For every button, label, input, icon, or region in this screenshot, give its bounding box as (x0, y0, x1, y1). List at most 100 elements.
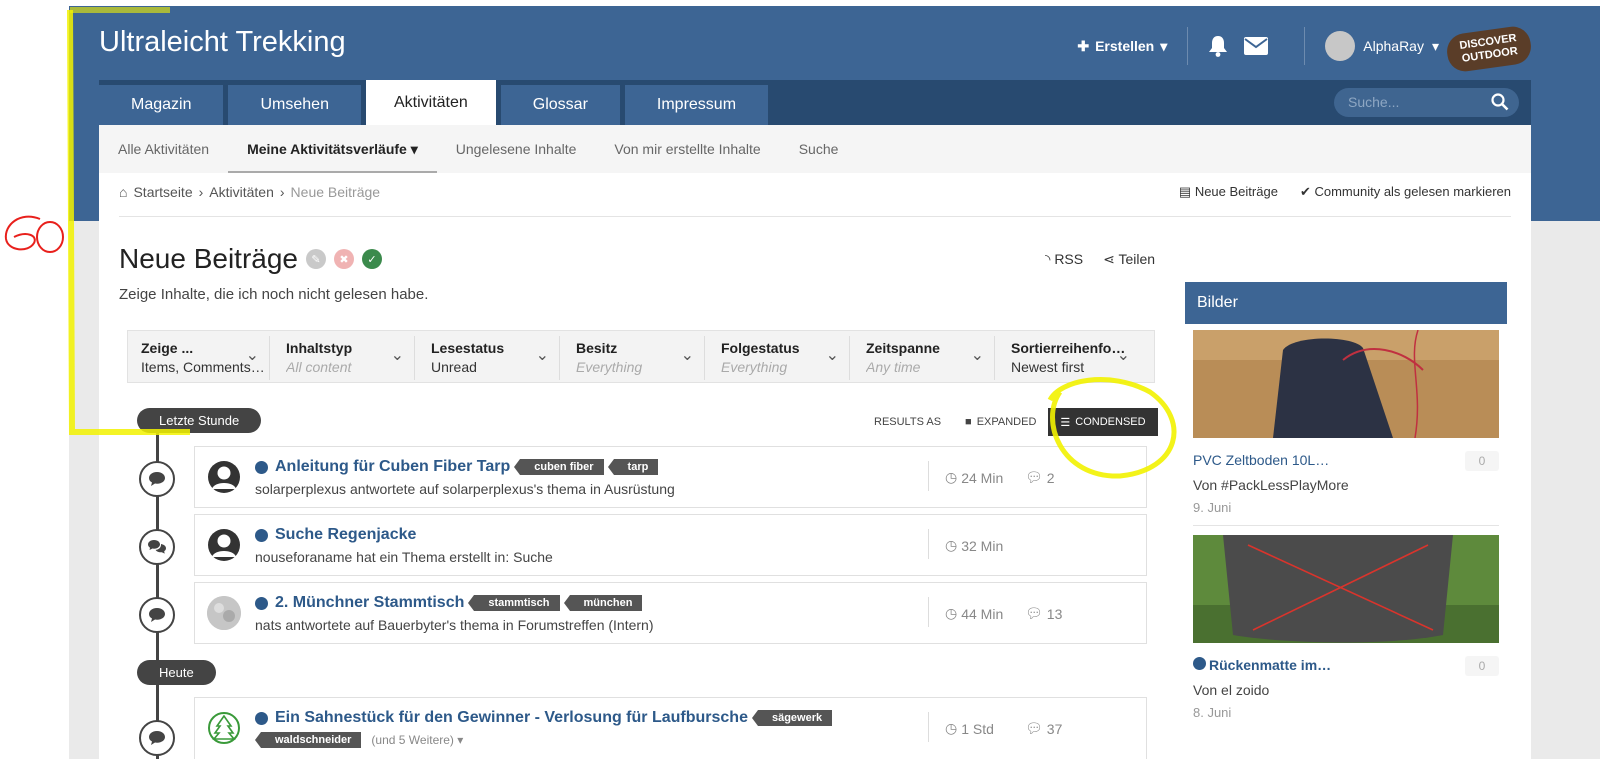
chevron-down-icon: ⌄ (680, 347, 694, 364)
condensed-label: CONDENSED (1075, 416, 1146, 428)
subnav-search[interactable]: Suche (780, 125, 858, 173)
item-comment-count: 💬︎ 2 (1025, 469, 1055, 486)
list-icon: ☰ (1060, 416, 1071, 429)
share-link[interactable]: ⋖ Teilen (1103, 251, 1155, 268)
widget-title: Bilder (1185, 282, 1507, 324)
tab-umsehen[interactable]: Umsehen (228, 85, 361, 125)
mark-read-link[interactable]: ✔ Community als gelesen markieren (1300, 184, 1511, 200)
avatar[interactable] (207, 528, 241, 562)
thumbnail-image[interactable] (1193, 330, 1499, 438)
time-text: 32 Min (961, 537, 1004, 554)
activity-item[interactable]: 2. Münchner Stammtisch stammtisch münche… (139, 582, 1147, 644)
subnav-label: Meine Aktivitätsverläufe (247, 141, 407, 157)
browser-page: Ultraleicht Trekking ✚ Erstellen ▾ Alpha… (69, 6, 1600, 759)
image-title[interactable]: PVC Zeltboden 10L… (1193, 452, 1499, 468)
caret-down-icon: ▾ (410, 140, 418, 157)
filter-show[interactable]: Zeige ... Items, Comments… ⌄ (128, 336, 270, 380)
avatar[interactable] (207, 460, 241, 494)
tag[interactable]: waldschneider (254, 732, 362, 748)
home-icon: ⌂ (119, 184, 128, 200)
more-tags-link[interactable]: (und 5 Weitere) ▾ (371, 733, 463, 747)
item-time: ◷ 1 Std (945, 720, 994, 737)
breadcrumb-home[interactable]: Startseite (133, 184, 192, 200)
clock-icon: ◷ (945, 605, 958, 621)
edit-icon[interactable]: ✎ (306, 249, 327, 269)
subnav-all-activities[interactable]: Alle Aktivitäten (99, 125, 228, 173)
share-icon: ⋖ (1103, 251, 1115, 267)
group-label-last-hour: Letzte Stunde (137, 408, 262, 433)
unread-indicator-icon (255, 711, 268, 725)
expanded-view-button[interactable]: ■ EXPANDED (953, 408, 1048, 436)
divider (928, 597, 929, 627)
chevron-down-icon: ⌄ (970, 347, 984, 364)
expanded-label: EXPANDED (976, 416, 1037, 428)
user-menu[interactable]: AlphaRay ▾ (1325, 31, 1439, 61)
filter-time-span[interactable]: Zeitspanne Any time ⌄ (853, 336, 995, 380)
envelope-icon[interactable] (1244, 37, 1269, 55)
rss-link[interactable]: ◝ RSS (1045, 251, 1083, 268)
divider (928, 712, 929, 742)
activity-item[interactable]: Ein Sahnestück für den Gewinner - Verlos… (139, 697, 1147, 759)
condensed-view-button[interactable]: ☰ CONDENSED (1048, 408, 1158, 436)
activity-item[interactable]: Anleitung für Cuben Fiber Tarp cuben fib… (139, 446, 1147, 508)
item-title[interactable]: 2. Münchner Stammtisch stammtisch münche… (255, 594, 643, 612)
comment-count: 13 (1046, 605, 1063, 622)
filter-follow-status[interactable]: Folgestatus Everything ⌄ (708, 336, 850, 380)
site-brand[interactable]: Ultraleicht Trekking (99, 26, 346, 59)
tag[interactable]: stammtisch (468, 595, 560, 611)
unread-indicator-icon (1193, 657, 1206, 670)
item-title[interactable]: Ein Sahnestück für den Gewinner - Verlos… (255, 709, 833, 727)
filter-read-status[interactable]: Lesestatus Unread ⌄ (418, 336, 560, 380)
image-author: Von #PackLessPlayMore (1193, 477, 1349, 493)
activity-item[interactable]: Suche Regenjacke nouseforaname hat ein T… (139, 514, 1147, 576)
share-label: Teilen (1118, 251, 1156, 267)
subnav-my-activity-streams[interactable]: Meine Aktivitätsverläufe ▾ (228, 125, 437, 173)
breadcrumb-activities[interactable]: Aktivitäten (209, 184, 274, 200)
create-button[interactable]: ✚ Erstellen ▾ (1077, 38, 1167, 55)
square-icon: ■ (965, 416, 972, 428)
new-posts-link[interactable]: ▤ Neue Beiträge (1179, 184, 1278, 200)
filter-sort-order[interactable]: Sortierreihenfo… Newest first ⌄ (998, 336, 1140, 380)
item-comment-count: 💬︎ 13 (1025, 605, 1062, 622)
image-author: Von el zoido (1193, 682, 1270, 698)
trash-icon[interactable]: ✖ (334, 249, 355, 269)
bell-icon[interactable] (1208, 35, 1228, 57)
subnav-my-content[interactable]: Von mir erstellte Inhalte (595, 125, 779, 173)
item-time: ◷ 44 Min (945, 605, 1003, 622)
comment-icon (139, 461, 175, 497)
time-text: 24 Min (961, 469, 1004, 486)
time-text: 1 Std (961, 720, 994, 737)
comment-icon (139, 597, 175, 633)
comment-icon (139, 720, 175, 756)
avatar[interactable] (207, 596, 241, 630)
tab-aktivitaeten[interactable]: Aktivitäten (365, 80, 496, 125)
image-card[interactable]: Rückenmatte im… Von el zoido 8. Juni 0 (1193, 535, 1499, 720)
item-title[interactable]: Anleitung für Cuben Fiber Tarp cuben fib… (255, 458, 659, 476)
divider (1187, 27, 1189, 65)
subnav-unread[interactable]: Ungelesene Inhalte (437, 125, 596, 173)
tag[interactable]: sägewerk (751, 710, 833, 726)
tag[interactable]: cuben fiber (514, 459, 604, 475)
image-card[interactable]: PVC Zeltboden 10L… Von #PackLessPlayMore… (1193, 330, 1499, 515)
create-label: Erstellen (1095, 38, 1155, 54)
filter-content-type[interactable]: Inhaltstyp All content ⌄ (273, 336, 415, 380)
discover-outdoor-logo[interactable]: DISCOVER OUTDOOR (1444, 20, 1534, 74)
filter-ownership[interactable]: Besitz Everything ⌄ (563, 336, 705, 380)
comments-icon (139, 529, 175, 565)
comment-icon: 💬︎ (1025, 720, 1043, 736)
comment-count: 37 (1046, 720, 1063, 737)
tab-magazin[interactable]: Magazin (99, 85, 224, 125)
save-check-icon[interactable]: ✓ (362, 249, 383, 269)
search-icon[interactable] (1491, 93, 1509, 116)
group-label-today: Heute (137, 660, 216, 685)
tab-glossar[interactable]: Glossar (500, 85, 620, 125)
site-content: Ultraleicht Trekking ✚ Erstellen ▾ Alpha… (99, 6, 1534, 759)
tag[interactable]: tarp (607, 459, 659, 475)
rss-icon: ◝ (1045, 251, 1051, 267)
tag[interactable]: münchen (563, 595, 643, 611)
thumbnail-image[interactable] (1193, 535, 1499, 643)
item-title[interactable]: Suche Regenjacke (255, 526, 416, 544)
avatar[interactable] (207, 711, 241, 745)
tab-impressum[interactable]: Impressum (624, 85, 769, 125)
image-title[interactable]: Rückenmatte im… (1193, 657, 1499, 673)
